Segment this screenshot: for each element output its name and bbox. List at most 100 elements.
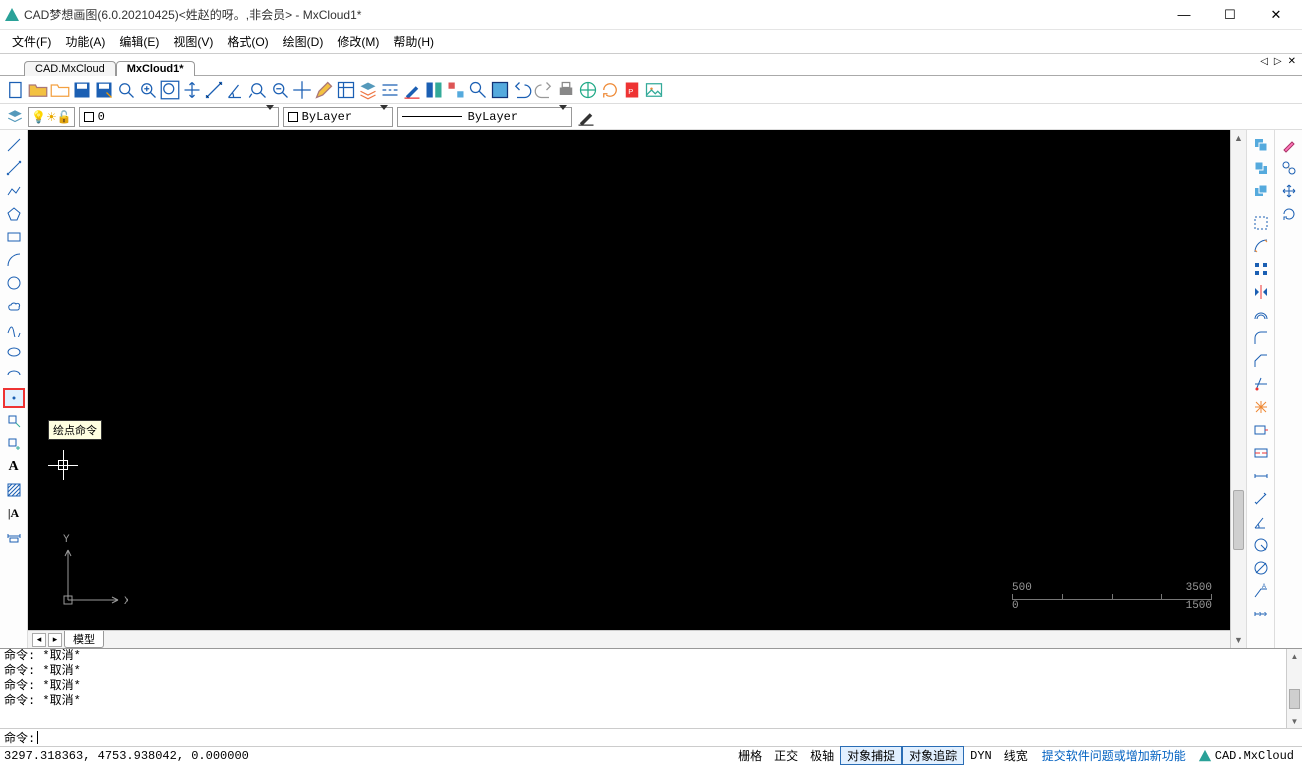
- tab-scroll-left-icon[interactable]: ◁: [1258, 56, 1270, 67]
- pdf-icon[interactable]: P: [622, 80, 642, 100]
- tab-nav-first-icon[interactable]: ◂: [32, 633, 46, 647]
- print-icon[interactable]: [556, 80, 576, 100]
- status-polar[interactable]: 极轴: [804, 747, 840, 764]
- mtext-icon[interactable]: A: [3, 457, 25, 477]
- mirror-icon[interactable]: [1250, 282, 1272, 302]
- canvas-vertical-scrollbar[interactable]: ▲ ▼: [1230, 130, 1246, 648]
- text-style-icon[interactable]: |A: [3, 503, 25, 523]
- cmd-scroll-thumb[interactable]: [1289, 689, 1300, 709]
- linetype-icon[interactable]: [380, 80, 400, 100]
- copy-icon[interactable]: [1278, 158, 1300, 178]
- minimize-button[interactable]: —: [1162, 4, 1206, 26]
- open-file-icon[interactable]: [28, 80, 48, 100]
- make-block-icon[interactable]: [3, 434, 25, 454]
- fireworks-icon[interactable]: [1250, 397, 1272, 417]
- point-icon[interactable]: [3, 388, 25, 408]
- status-otrack[interactable]: 对象追踪: [902, 746, 964, 765]
- zoom-window-icon[interactable]: [116, 80, 136, 100]
- scroll-thumb[interactable]: [1233, 490, 1244, 550]
- ellipse-arc-icon[interactable]: [3, 365, 25, 385]
- status-osnap[interactable]: 对象捕捉: [840, 746, 902, 765]
- dim-diameter-icon[interactable]: [1250, 558, 1272, 578]
- save-icon[interactable]: [72, 80, 92, 100]
- status-dyn[interactable]: DYN: [964, 749, 998, 763]
- tab-mxcloud1[interactable]: MxCloud1*: [116, 61, 195, 76]
- menu-edit[interactable]: 编辑(E): [113, 31, 165, 52]
- properties-icon[interactable]: [336, 80, 356, 100]
- move-cmd-icon[interactable]: [1278, 181, 1300, 201]
- select-window-icon[interactable]: [1250, 213, 1272, 233]
- status-ortho[interactable]: 正交: [768, 747, 804, 764]
- zoom-in-icon[interactable]: [138, 80, 158, 100]
- offset-icon[interactable]: [1250, 305, 1272, 325]
- line-icon[interactable]: [3, 135, 25, 155]
- select-similar-icon[interactable]: [446, 80, 466, 100]
- color-dropdown[interactable]: ByLayer: [283, 107, 393, 127]
- xline-icon[interactable]: [3, 158, 25, 178]
- erase-icon[interactable]: [1278, 135, 1300, 155]
- circle-icon[interactable]: [3, 273, 25, 293]
- revcloud-icon[interactable]: [3, 296, 25, 316]
- dim-angular-icon[interactable]: [1250, 512, 1272, 532]
- edit-icon[interactable]: [314, 80, 334, 100]
- leader-icon[interactable]: A: [1250, 581, 1272, 601]
- menu-modify[interactable]: 修改(M): [331, 31, 385, 52]
- hatch-icon[interactable]: [3, 480, 25, 500]
- open-folder-icon[interactable]: [50, 80, 70, 100]
- pan-icon[interactable]: [182, 80, 202, 100]
- tab-close-icon[interactable]: ✕: [1286, 56, 1298, 67]
- undo-icon[interactable]: [512, 80, 532, 100]
- layer-on-icon[interactable]: 💡: [31, 110, 46, 124]
- dim-linear-icon[interactable]: [1250, 466, 1272, 486]
- model-tab[interactable]: 模型: [64, 631, 104, 648]
- polygon-icon[interactable]: [3, 204, 25, 224]
- spline-icon[interactable]: [3, 319, 25, 339]
- match-icon[interactable]: [424, 80, 444, 100]
- copy-back-icon[interactable]: [1250, 158, 1272, 178]
- command-input[interactable]: [38, 730, 1298, 746]
- feedback-link[interactable]: 提交软件问题或增加新功能: [1034, 747, 1194, 764]
- layer-manager-icon[interactable]: [6, 108, 24, 126]
- status-grid[interactable]: 栅格: [732, 747, 768, 764]
- measure-distance-icon[interactable]: [204, 80, 224, 100]
- new-file-icon[interactable]: [6, 80, 26, 100]
- menu-draw[interactable]: 绘图(D): [277, 31, 330, 52]
- linetype-dropdown[interactable]: ByLayer: [397, 107, 572, 127]
- tab-cadmxcloud[interactable]: CAD.MxCloud: [24, 61, 116, 76]
- insert-block-icon[interactable]: [3, 411, 25, 431]
- layers-icon[interactable]: [358, 80, 378, 100]
- layer-dropdown[interactable]: 0: [79, 107, 279, 127]
- layer-lock-icon[interactable]: 🔓: [57, 110, 72, 124]
- layer-freeze-icon[interactable]: ☀: [46, 110, 57, 124]
- color-brush-icon[interactable]: [402, 80, 422, 100]
- menu-function[interactable]: 功能(A): [59, 31, 111, 52]
- cmd-scroll-down-icon[interactable]: ▼: [1287, 714, 1302, 728]
- rectangle-icon[interactable]: [3, 227, 25, 247]
- menu-format[interactable]: 格式(O): [221, 31, 274, 52]
- drawing-canvas[interactable]: 绘点命令 Y X 5003500 01500: [28, 130, 1230, 630]
- save-as-icon[interactable]: [94, 80, 114, 100]
- block-icon[interactable]: [490, 80, 510, 100]
- fillet-icon[interactable]: [1250, 328, 1272, 348]
- redo-icon[interactable]: [534, 80, 554, 100]
- dim-radius-icon[interactable]: [1250, 535, 1272, 555]
- copy-layer-icon[interactable]: [1250, 135, 1272, 155]
- select-all-icon[interactable]: [1250, 236, 1272, 256]
- scroll-down-icon[interactable]: ▼: [1231, 632, 1246, 648]
- break-icon[interactable]: [1250, 443, 1272, 463]
- extend-icon[interactable]: [1250, 420, 1272, 440]
- ellipse-icon[interactable]: [3, 342, 25, 362]
- menu-help[interactable]: 帮助(H): [387, 31, 440, 52]
- scroll-up-icon[interactable]: ▲: [1231, 130, 1246, 146]
- command-scrollbar[interactable]: ▲ ▼: [1286, 649, 1302, 728]
- move-icon[interactable]: [292, 80, 312, 100]
- chamfer-icon[interactable]: [1250, 351, 1272, 371]
- trim-icon[interactable]: [1250, 374, 1272, 394]
- web-icon[interactable]: [578, 80, 598, 100]
- polyline-icon[interactable]: [3, 181, 25, 201]
- tab-scroll-right-icon[interactable]: ▷: [1272, 56, 1284, 67]
- maximize-button[interactable]: ☐: [1208, 4, 1252, 26]
- zoom-out-icon[interactable]: [270, 80, 290, 100]
- array-icon[interactable]: [1250, 259, 1272, 279]
- dimension-icon[interactable]: [3, 526, 25, 546]
